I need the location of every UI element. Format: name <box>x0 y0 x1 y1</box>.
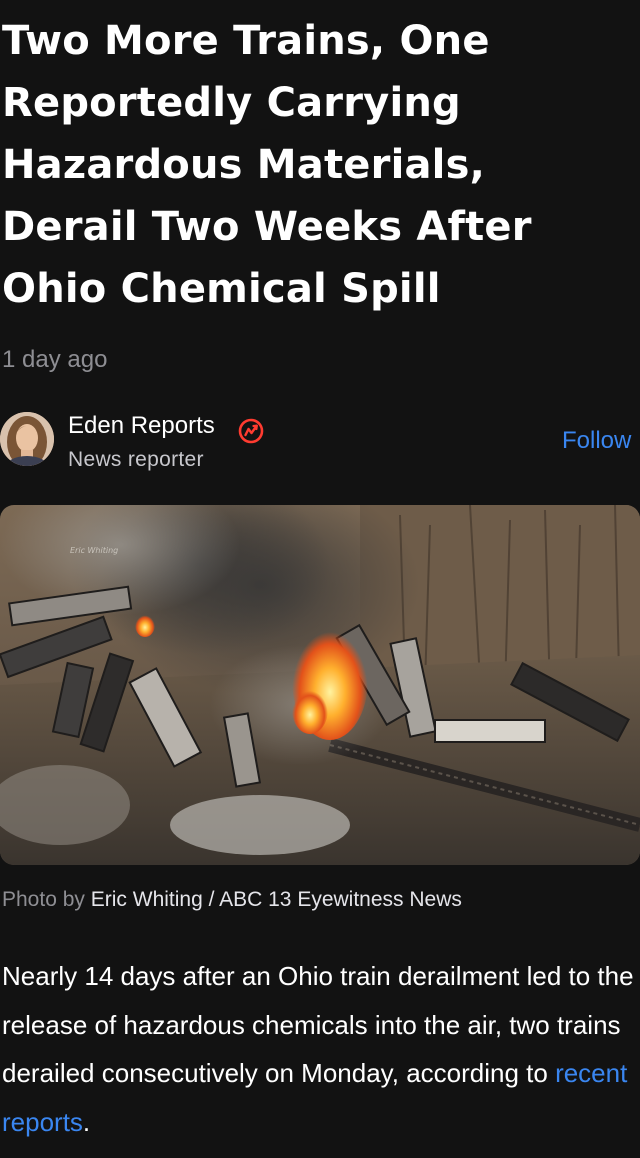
caption-prefix: Photo by <box>2 888 85 911</box>
news-badge-icon <box>237 417 265 445</box>
body-text-before-link: Nearly 14 days after an Ohio train derai… <box>2 961 634 1088</box>
article-headline: Two More Trains, One Reportedly Carrying… <box>2 18 532 312</box>
author-avatar[interactable] <box>0 412 54 466</box>
author-name[interactable]: Eden Reports <box>68 412 215 440</box>
body-text-after-link: . <box>82 1106 91 1137</box>
article-photo[interactable]: Eric Whiting <box>0 505 640 865</box>
photo-watermark: Eric Whiting <box>70 546 118 555</box>
author-role: News reporter <box>68 448 204 471</box>
follow-button[interactable]: Follow <box>562 427 631 455</box>
caption-credit: Eric Whiting / ABC 13 Eyewitness News <box>90 888 462 911</box>
article-timestamp: 1 day ago <box>2 346 108 373</box>
article-body: Nearly 14 days after an Ohio train derai… <box>2 952 638 1146</box>
author-row: Eden Reports News reporter Follow <box>0 410 640 474</box>
photo-caption: Photo by Eric Whiting / ABC 13 Eyewitnes… <box>2 888 462 912</box>
